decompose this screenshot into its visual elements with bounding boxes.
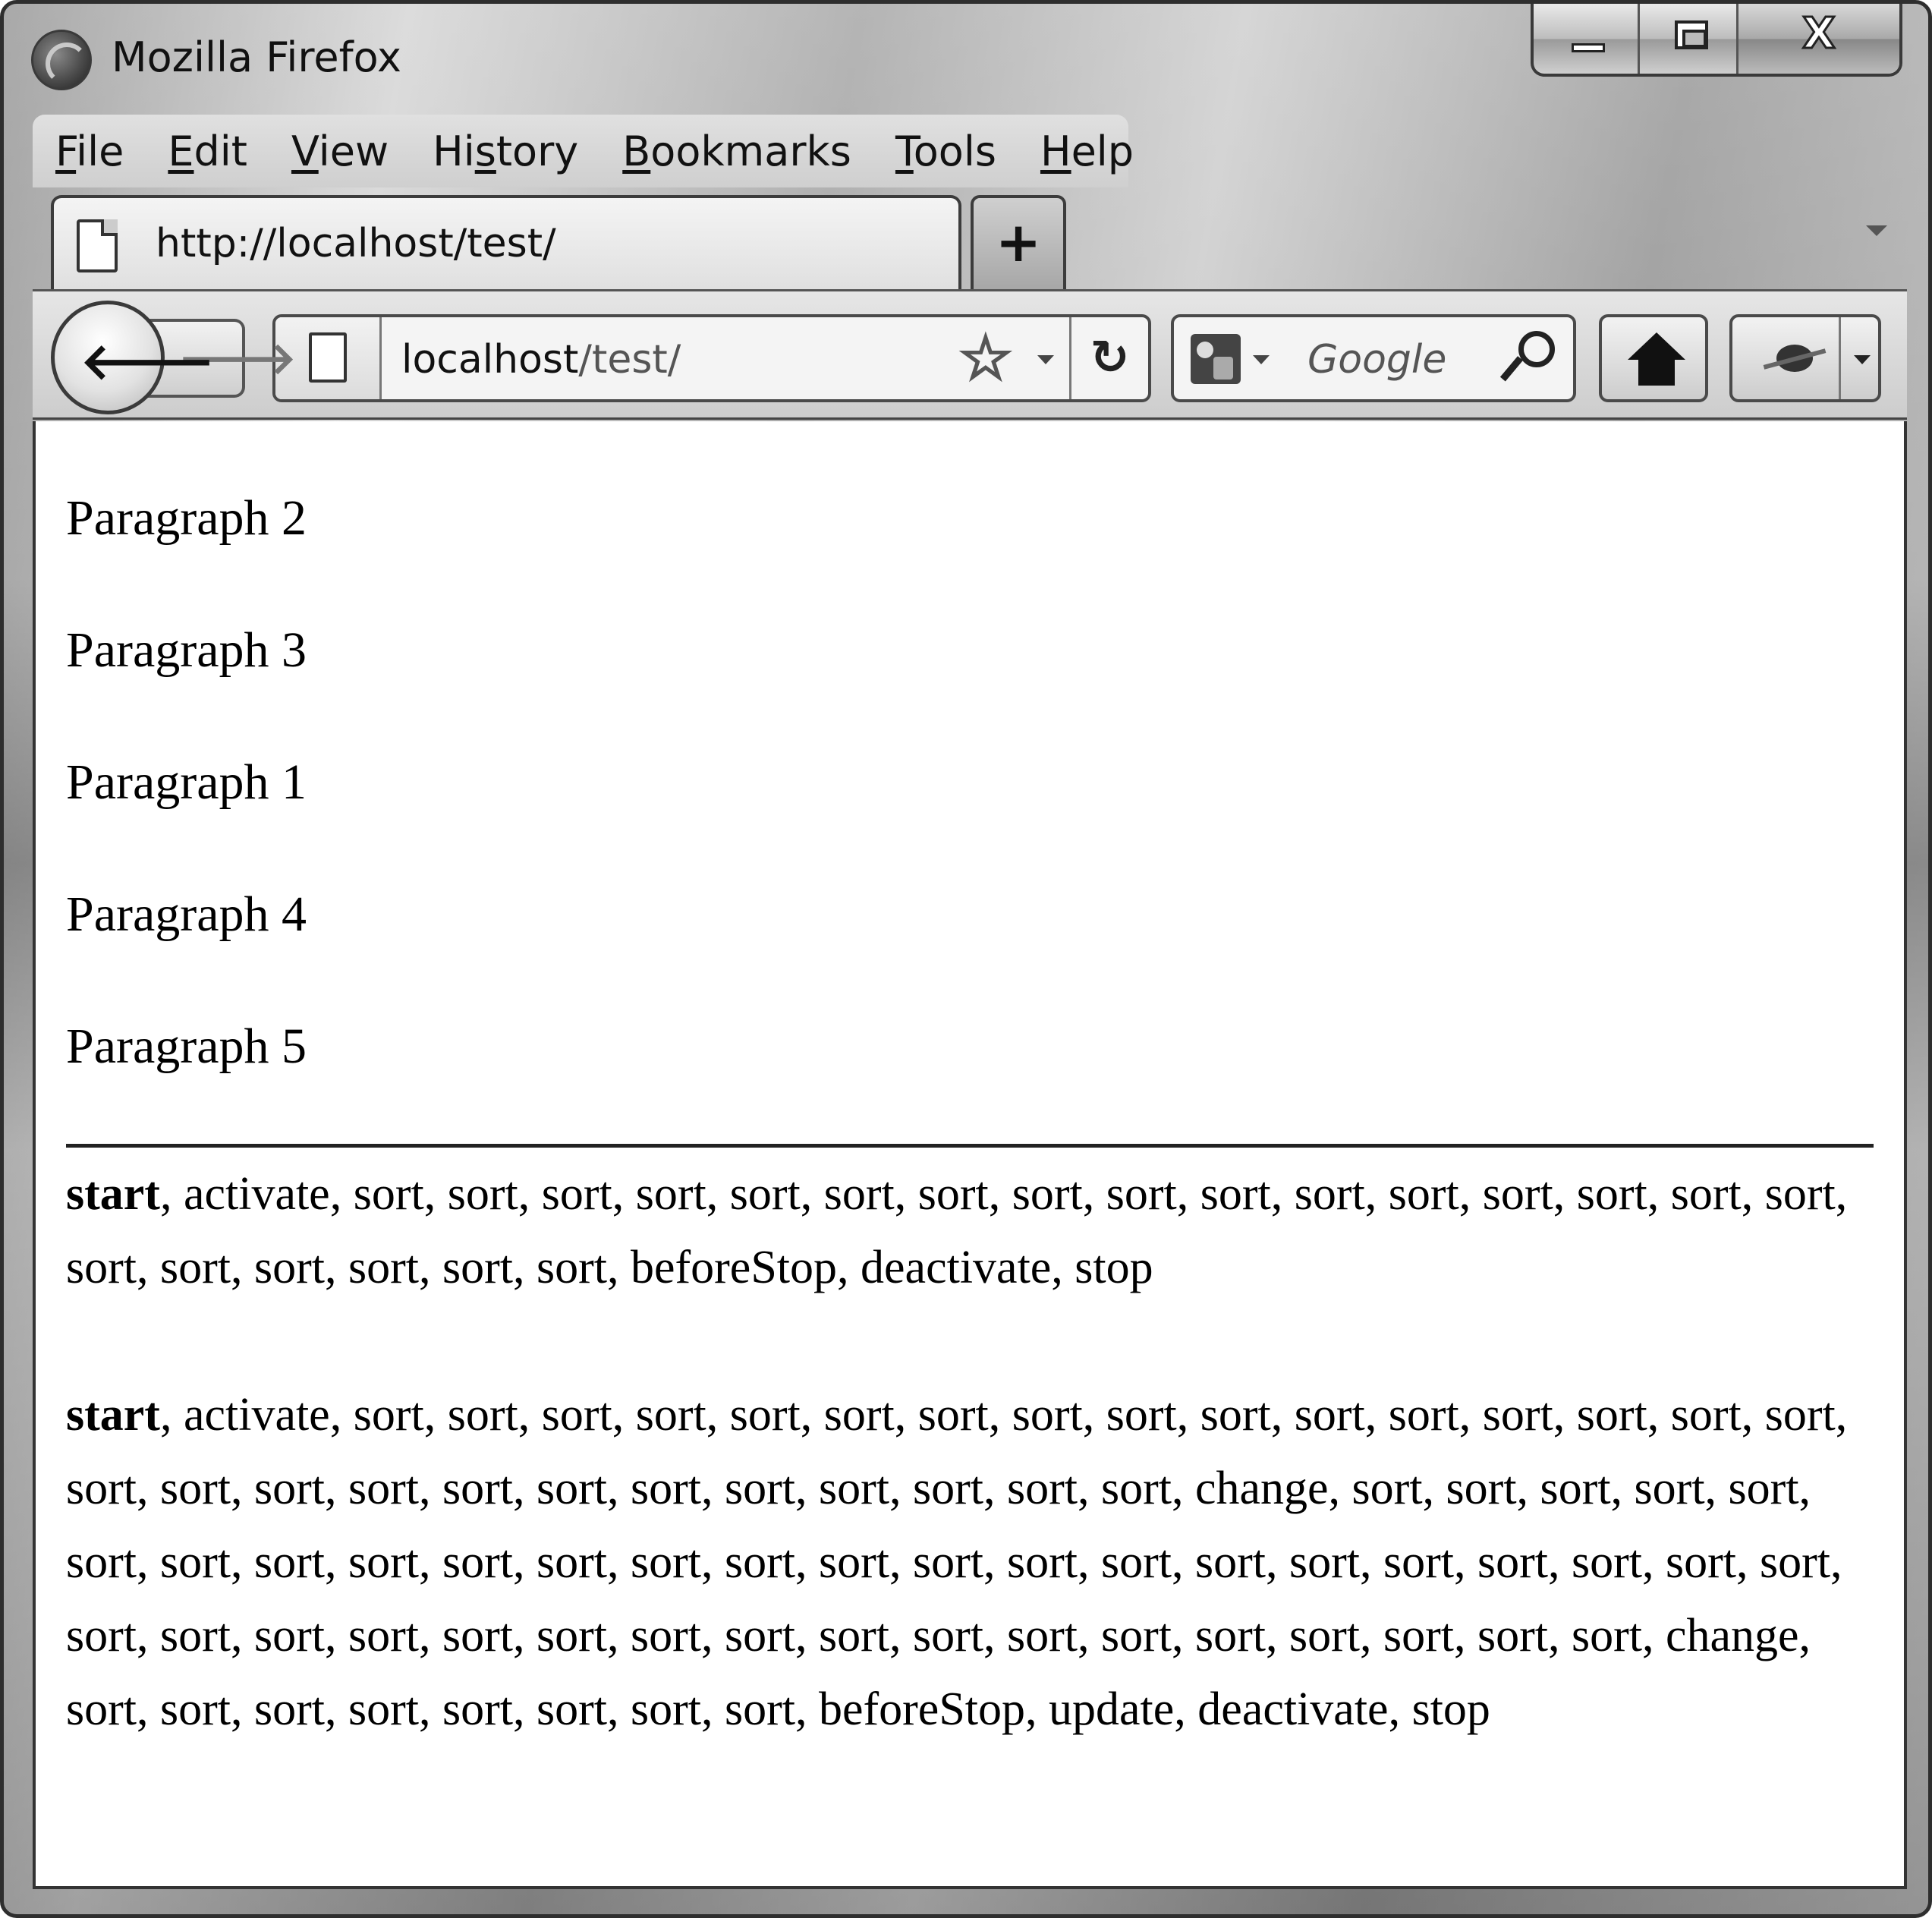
back-button[interactable]: 🡐	[51, 301, 215, 414]
window-title: Mozilla Firefox	[112, 33, 401, 81]
firebug-icon	[1763, 339, 1827, 380]
menu-history-accel: s	[474, 127, 496, 175]
close-button[interactable]: X	[1738, 4, 1899, 74]
google-icon[interactable]	[1191, 334, 1241, 384]
menu-history-label: tory	[496, 127, 579, 175]
reload-button[interactable]: ↻	[1069, 317, 1148, 399]
menu-bookmarks-accel: B	[622, 127, 651, 175]
sortable-paragraph[interactable]: Paragraph 3	[66, 620, 307, 681]
event-log-start: start	[66, 1389, 160, 1441]
page-icon	[77, 219, 118, 272]
tab-strip: http://localhost/test/ +	[33, 191, 1907, 289]
minimize-icon	[1572, 43, 1605, 52]
button-divider	[1839, 317, 1841, 399]
search-input[interactable]: Google	[1307, 337, 1446, 383]
title-bar[interactable]: Mozilla Firefox X	[4, 4, 1928, 110]
event-log-start: start	[66, 1168, 160, 1220]
navigation-toolbar: 🡒 🡐 localhost/test/ ☆ ↻ Google	[33, 289, 1907, 420]
browser-window: Mozilla Firefox X File Edit View History…	[0, 0, 1932, 1918]
bookmark-star-icon[interactable]: ☆	[958, 325, 1015, 391]
event-log-events: , activate, sort, sort, sort, sort, sort…	[66, 1168, 1848, 1293]
new-tab-button[interactable]: +	[971, 195, 1066, 289]
menu-edit-accel: E	[168, 127, 194, 175]
menu-tools[interactable]: Tools	[895, 128, 996, 175]
firebug-dropdown-icon[interactable]	[1854, 355, 1871, 364]
menu-bookmarks-label: ookmarks	[650, 127, 851, 175]
menu-history-label-start: Hi	[433, 127, 475, 175]
minimize-button[interactable]	[1534, 4, 1640, 74]
menu-help-accel: H	[1040, 127, 1071, 175]
menu-tools-accel: T	[895, 127, 914, 175]
back-arrow-icon: 🡐	[80, 332, 215, 391]
maximize-icon	[1675, 20, 1708, 49]
event-log-line: start, activate, sort, sort, sort, sort,…	[66, 1157, 1874, 1305]
menu-view[interactable]: View	[291, 128, 389, 175]
menu-view-accel: V	[291, 127, 319, 175]
home-icon	[1628, 332, 1685, 387]
url-host: localhost	[401, 337, 579, 383]
event-log-line: start, activate, sort, sort, sort, sort,…	[66, 1378, 1874, 1746]
event-log-events: , activate, sort, sort, sort, sort, sort…	[66, 1389, 1848, 1735]
sortable-paragraph[interactable]: Paragraph 2	[66, 488, 307, 549]
menu-file-accel: F	[55, 127, 77, 175]
sortable-paragraph[interactable]: Paragraph 5	[66, 1016, 307, 1077]
menu-file[interactable]: File	[55, 128, 124, 175]
menu-help-label: elp	[1071, 127, 1134, 175]
menu-edit[interactable]: Edit	[168, 128, 247, 175]
horizontal-rule	[66, 1144, 1874, 1148]
sortable-paragraph[interactable]: Paragraph 4	[66, 884, 307, 945]
menu-view-label: iew	[318, 127, 389, 175]
menu-history[interactable]: History	[433, 128, 578, 175]
search-icon[interactable]	[1512, 331, 1555, 386]
search-engine-dropdown-icon[interactable]	[1253, 355, 1270, 364]
close-icon: X	[1801, 9, 1836, 58]
menu-bar: File Edit View History Bookmarks Tools H…	[33, 115, 1134, 187]
menu-tools-label: ools	[913, 127, 996, 175]
search-bar[interactable]: Google	[1171, 314, 1576, 402]
menu-file-label: ile	[76, 127, 124, 175]
page-icon	[309, 332, 347, 383]
maximize-button[interactable]	[1640, 4, 1738, 74]
url-bar[interactable]: localhost/test/ ☆ ↻	[272, 314, 1151, 402]
firefox-logo-icon	[31, 30, 92, 90]
tab-list-dropdown-icon[interactable]	[1866, 225, 1887, 236]
menu-help[interactable]: Help	[1040, 128, 1134, 175]
sortable-paragraph[interactable]: Paragraph 1	[66, 752, 307, 813]
url-history-dropdown-icon[interactable]	[1037, 355, 1054, 364]
tab-title: http://localhost/test/	[156, 221, 556, 266]
window-controls: X	[1531, 4, 1902, 77]
tab-active[interactable]: http://localhost/test/	[51, 195, 961, 289]
firebug-button[interactable]	[1729, 314, 1881, 402]
page-content: Paragraph 2 Paragraph 3 Paragraph 1 Para…	[33, 421, 1907, 1889]
url-path: /test/	[578, 337, 681, 383]
menu-edit-label: dit	[194, 127, 247, 175]
menu-bookmarks[interactable]: Bookmarks	[622, 128, 851, 175]
home-button[interactable]	[1599, 314, 1708, 402]
url-input[interactable]: localhost/test/	[401, 337, 681, 383]
